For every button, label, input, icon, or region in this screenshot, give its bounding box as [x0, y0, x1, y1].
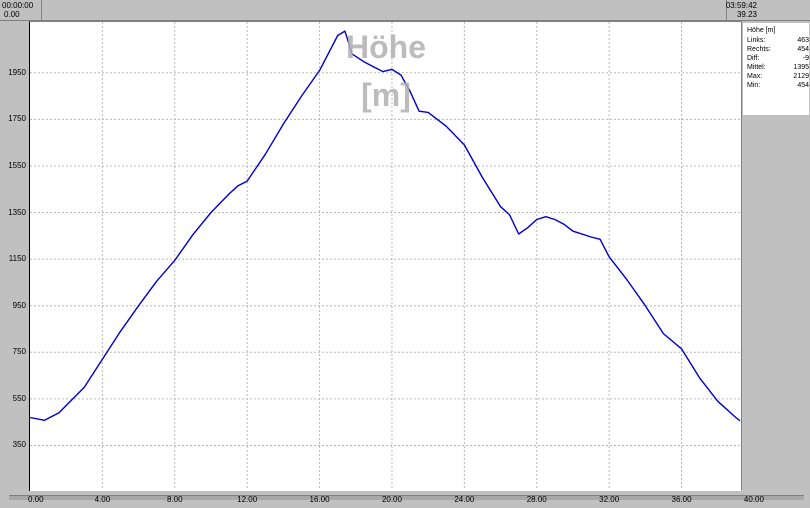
y-tick-label: 1750 [8, 114, 26, 124]
stats-panel: Höhe [m] Links: 463 Rechts: 454 Diff: -9… [741, 21, 810, 490]
stat-label: Max: [747, 73, 763, 80]
x-tick-label: 16.00 [309, 495, 330, 504]
x-tick-label: 8.00 [166, 495, 183, 504]
elevation-profile-window: 00:00:00 0.00 03:59:42 39.23 Höhe [m] 35… [0, 0, 810, 508]
x-tick-label: 32.00 [599, 495, 620, 504]
stat-label: Min: [747, 82, 761, 89]
stat-label: Mittel: [747, 64, 766, 71]
stat-label: Rechts: [747, 46, 771, 53]
elevation-chart: Höhe [m] [29, 22, 741, 489]
x-tick-label: 28.00 [526, 495, 547, 504]
stat-row-links: Links: 463 [747, 37, 809, 46]
chart-title-line-1: Höhe [346, 29, 426, 65]
x-tick-label: 20.00 [381, 495, 402, 504]
stats-box: Höhe [m] Links: 463 Rechts: 454 Diff: -9… [743, 23, 809, 115]
y-tick-label: 350 [12, 440, 26, 450]
x-tick-label: 12.00 [237, 495, 258, 504]
stat-row-min: Min: 454 [747, 82, 809, 91]
stat-value: 463 [797, 37, 809, 44]
stat-value: 454 [797, 46, 809, 53]
y-tick-label: 1550 [8, 160, 26, 170]
x-tick-label: 40.00 [743, 495, 764, 504]
x-tick-label: 24.00 [454, 495, 475, 504]
y-tick-label: 550 [12, 393, 26, 403]
x-tick-label: 36.00 [671, 495, 692, 504]
stat-value: 454 [797, 82, 809, 89]
x-tick-label: 0.00 [28, 495, 44, 504]
stat-value: 1395 [793, 64, 809, 71]
stat-row-max: Max: 2129 [747, 73, 809, 82]
chart-title-line-2: [m] [361, 77, 411, 113]
stat-label: Links: [747, 37, 766, 44]
stat-label: Diff: [747, 55, 760, 62]
y-tick-label: 1950 [8, 67, 26, 77]
stat-row-diff: Diff: -9 [747, 55, 809, 64]
stat-value: 2129 [793, 73, 809, 80]
y-tick-label: 1150 [8, 254, 26, 264]
x-tick-label: 4.00 [94, 495, 111, 504]
stats-title: Höhe [m] [747, 27, 776, 34]
stat-row-mittel: Mittel: 1395 [747, 64, 809, 73]
y-tick-label: 750 [12, 347, 26, 357]
stat-row-rechts: Rechts: 454 [747, 46, 809, 55]
y-tick-label: 1350 [8, 207, 26, 217]
y-tick-label: 950 [12, 300, 26, 310]
stat-value: -9 [802, 55, 809, 62]
